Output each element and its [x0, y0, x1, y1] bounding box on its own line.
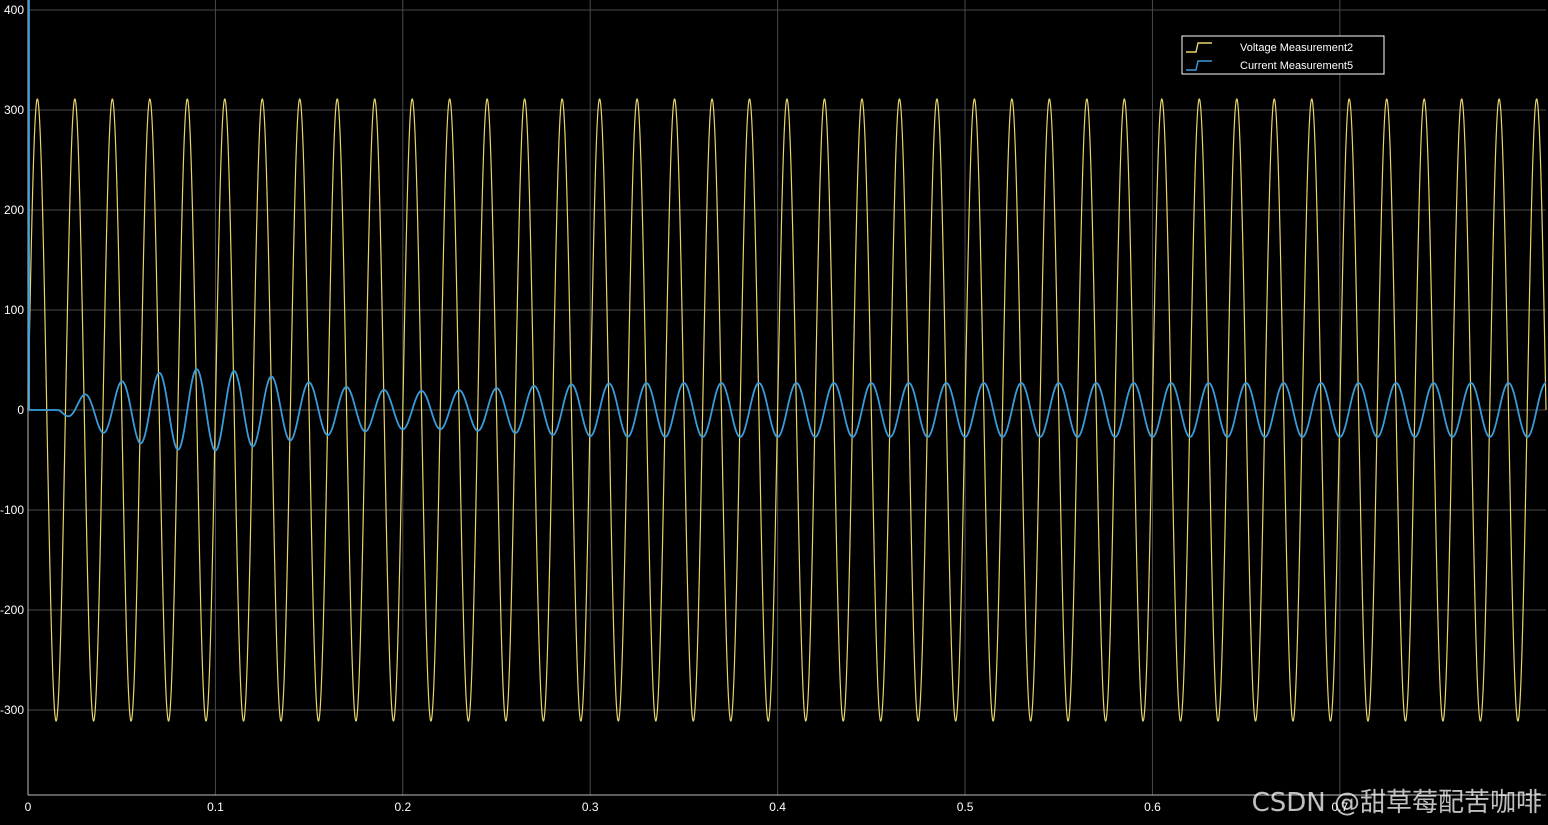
y-tick-label: 200 [4, 203, 24, 217]
y-tick-label: 0 [17, 403, 24, 417]
watermark-text: CSDN @甜草莓配苦咖啡 [1251, 788, 1542, 818]
x-tick-label: 0.2 [394, 800, 411, 814]
x-tick-label: 0.1 [207, 800, 224, 814]
y-tick-label: 300 [4, 103, 24, 117]
legend-entry-label: Current Measurement5 [1240, 60, 1353, 72]
x-tick-label: 0.4 [769, 800, 786, 814]
y-tick-label: 400 [4, 3, 24, 17]
y-tick-label: -300 [0, 703, 24, 717]
plot-background [0, 0, 1548, 825]
y-tick-label: -200 [0, 603, 24, 617]
x-tick-label: 0.3 [582, 800, 599, 814]
legend-entry-label: Voltage Measurement2 [1240, 42, 1353, 54]
x-tick-label: 0 [25, 800, 32, 814]
legend[interactable]: Voltage Measurement2 Current Measurement5 [1181, 35, 1385, 75]
y-tick-label: 100 [4, 303, 24, 317]
x-tick-label: 0.5 [957, 800, 974, 814]
scope-plot: 0 0.1 0.2 0.3 0.4 0.5 0.6 0.7-300-200-100010020… [0, 0, 1548, 825]
y-tick-label: -100 [0, 503, 24, 517]
x-tick-label: 0.6 [1144, 800, 1161, 814]
